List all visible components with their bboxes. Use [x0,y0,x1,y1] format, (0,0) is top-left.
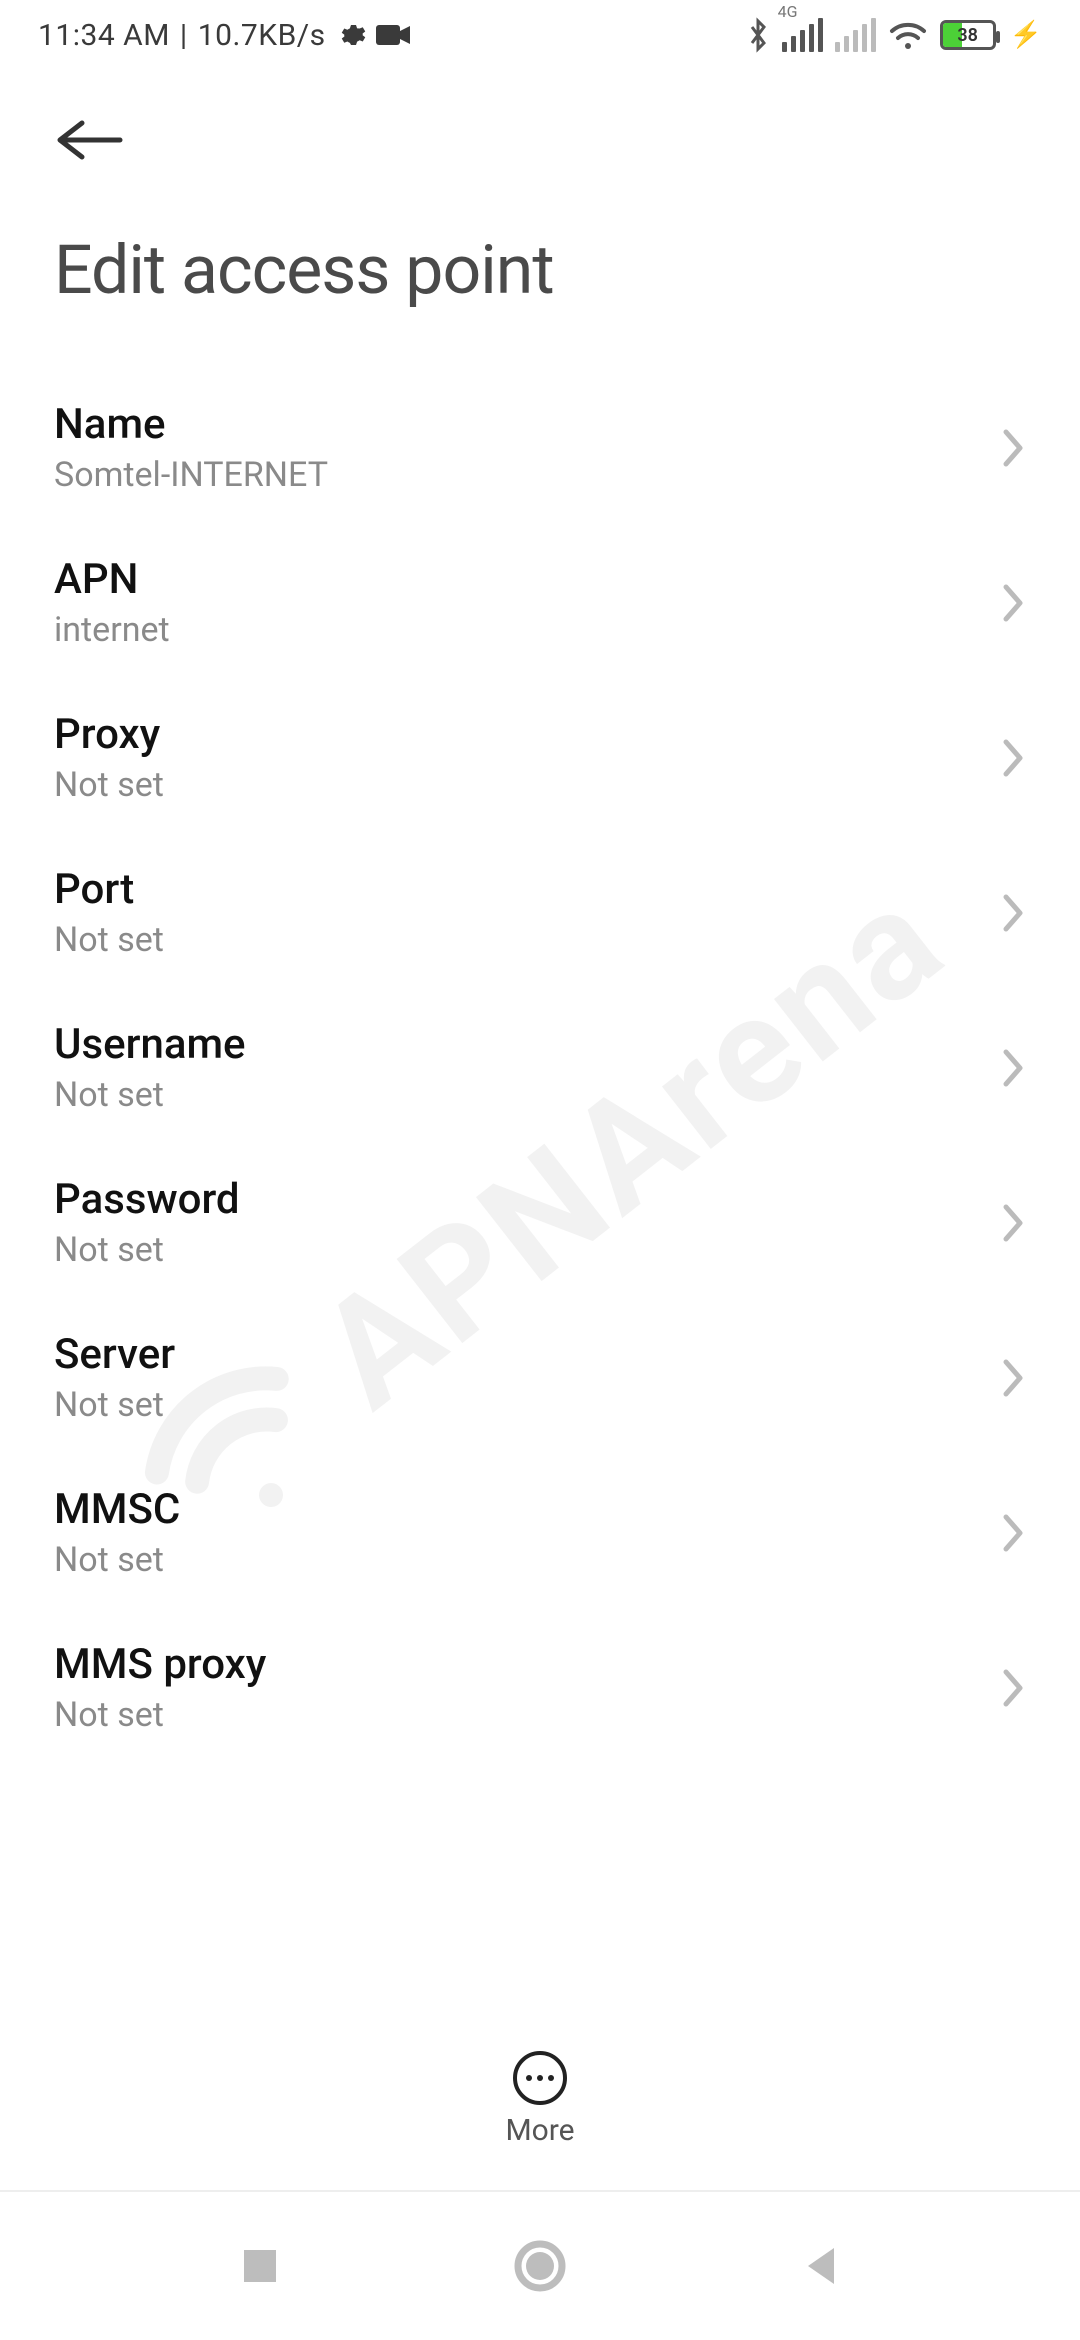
row-password[interactable]: Password Not set [0,1145,1080,1300]
status-time: 11:34 AM [38,18,170,53]
battery-percent: 38 [943,25,993,46]
row-label: MMSC [54,1485,180,1534]
chevron-right-icon [1000,581,1026,625]
nav-home-button[interactable] [500,2226,580,2306]
row-label: Name [54,400,328,449]
row-value: Not set [54,765,164,805]
signal-sim2-icon [835,18,876,52]
nav-back-button[interactable] [780,2226,860,2306]
header [0,70,1080,190]
row-value: Not set [54,1540,180,1580]
more-icon [513,2051,567,2105]
row-mms-proxy[interactable]: MMS proxy Not set [0,1610,1080,1765]
row-label: MMS proxy [54,1640,266,1689]
back-button[interactable] [54,100,134,180]
row-label: APN [54,555,170,604]
row-value: Somtel-INTERNET [54,455,328,495]
chevron-right-icon [1000,1511,1026,1555]
status-bar: 11:34 AM | 10.7KB/s 4G 38 ⚡ [0,0,1080,70]
row-label: Proxy [54,710,164,759]
charging-icon: ⚡ [1010,20,1042,50]
chevron-right-icon [1000,426,1026,470]
row-value: Not set [54,920,164,960]
row-server[interactable]: Server Not set [0,1300,1080,1455]
nav-recent-button[interactable] [220,2226,300,2306]
row-label: Server [54,1330,175,1379]
more-label: More [505,2113,574,2148]
row-label: Password [54,1175,240,1224]
chevron-right-icon [1000,891,1026,935]
row-name[interactable]: Name Somtel-INTERNET [0,370,1080,525]
settings-list: Name Somtel-INTERNET APN internet Proxy … [0,340,1080,1765]
gear-icon [336,20,366,50]
system-nav-bar [0,2190,1080,2340]
wifi-icon [888,19,928,51]
status-speed: 10.7KB/s [198,18,326,53]
chevron-right-icon [1000,1201,1026,1245]
chevron-right-icon [1000,736,1026,780]
chevron-right-icon [1000,1356,1026,1400]
chevron-right-icon [1000,1666,1026,1710]
signal-sim1-icon: 4G [782,18,823,52]
row-value: Not set [54,1230,240,1270]
battery-icon: 38 [940,20,996,50]
row-label: Port [54,865,164,914]
row-apn[interactable]: APN internet [0,525,1080,680]
more-button[interactable]: More [0,2051,1080,2148]
row-port[interactable]: Port Not set [0,835,1080,990]
row-label: Username [54,1020,246,1069]
row-username[interactable]: Username Not set [0,990,1080,1145]
signal-4g-label: 4G [778,2,798,21]
row-value: Not set [54,1695,266,1735]
page-title: Edit access point [0,190,1080,340]
status-sep: | [180,18,188,53]
video-icon [376,23,410,47]
row-mmsc[interactable]: MMSC Not set [0,1455,1080,1610]
row-value: Not set [54,1385,175,1425]
chevron-right-icon [1000,1046,1026,1090]
row-proxy[interactable]: Proxy Not set [0,680,1080,835]
row-value: Not set [54,1075,246,1115]
row-value: internet [54,610,170,650]
bluetooth-icon [746,17,770,53]
